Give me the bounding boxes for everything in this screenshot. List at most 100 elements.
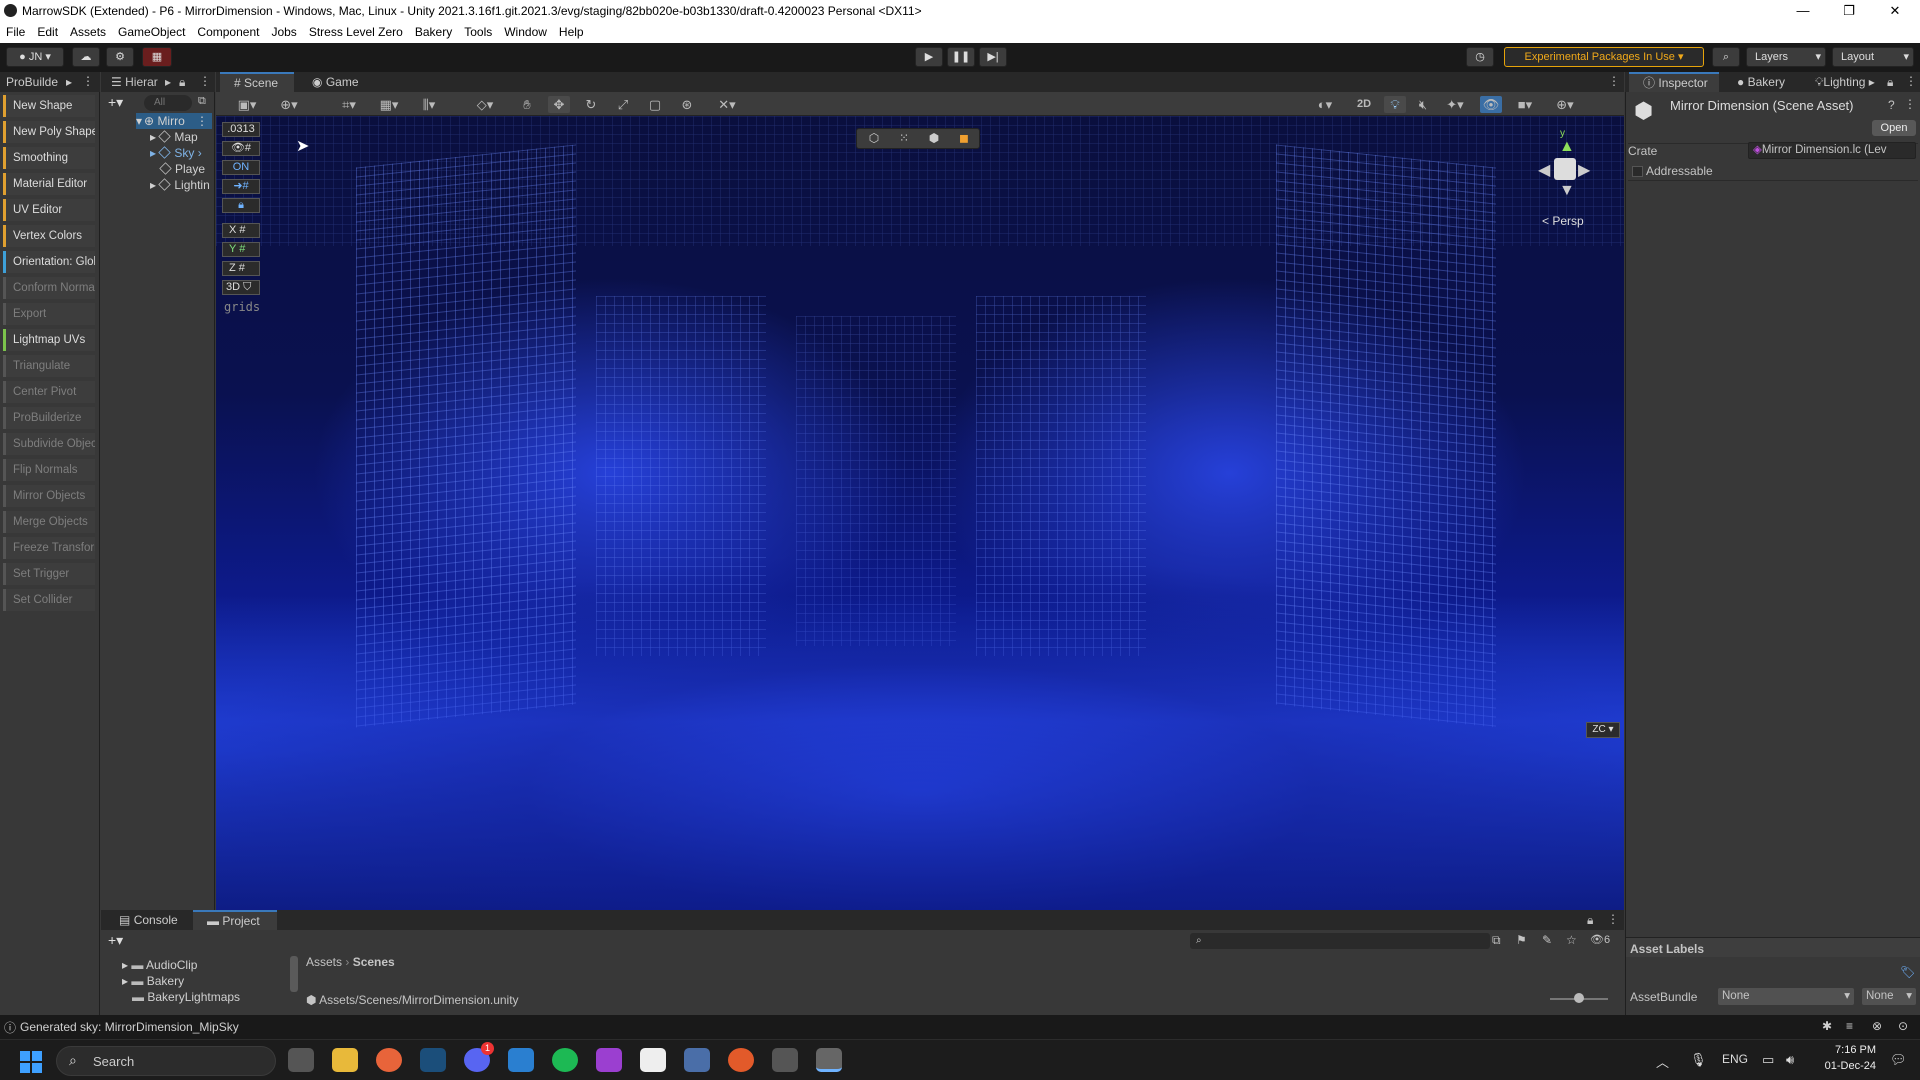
pb-new-shape[interactable]: New Shape	[3, 95, 95, 117]
taskbar-time[interactable]: 7:16 PM	[1824, 1044, 1876, 1056]
pb-mirror-objects[interactable]: Mirror Objects	[3, 485, 95, 507]
menu-jobs[interactable]: Jobs	[265, 22, 302, 43]
crate-field[interactable]: ◈Mirror Dimension.lc (Lev	[1748, 142, 1916, 159]
tab-game[interactable]: ◉ Game	[298, 72, 368, 92]
panel-menu-icon[interactable]: ⋮	[199, 74, 211, 88]
zoom-corner-button[interactable]: ZC ▾	[1586, 722, 1620, 738]
folder-audioclip[interactable]: ▸ ▬ AudioClip	[122, 958, 197, 972]
expand-icon[interactable]: ▸	[150, 130, 156, 144]
menu-help[interactable]: Help	[553, 22, 590, 43]
grid-snap-icon[interactable]: ⌗▾	[332, 96, 366, 113]
volume-icon[interactable]: 🔊︎	[1786, 1052, 1794, 1068]
stack-icon[interactable]: ≡	[1846, 1019, 1853, 1033]
grid-on-toggle[interactable]: ON	[222, 160, 260, 175]
expand-icon[interactable]: ▾	[136, 114, 142, 128]
pb-subdivide-object[interactable]: Subdivide Object	[3, 433, 95, 455]
panel-menu-icon[interactable]: ⋮	[1608, 74, 1620, 88]
network-icon[interactable]: ▭	[1762, 1052, 1774, 1068]
blender-icon[interactable]	[728, 1048, 754, 1072]
tab-bakery[interactable]: ● Bakery	[1723, 72, 1797, 92]
search-filter-icon[interactable]: ⧉	[198, 95, 206, 108]
expand-icon[interactable]: ▸	[122, 974, 128, 988]
spotify-icon[interactable]	[552, 1048, 578, 1072]
task-view-icon[interactable]	[288, 1048, 314, 1072]
gizmo-y-arrow-icon[interactable]: ▲	[1559, 138, 1575, 156]
snap-arrow-icon[interactable]: ➜#	[222, 179, 260, 194]
unity-hub-icon[interactable]	[772, 1048, 798, 1072]
camera-icon[interactable]: ■▾	[1508, 96, 1542, 113]
tab-scene[interactable]: # Scene	[220, 72, 294, 92]
star-icon[interactable]: ☆	[1566, 933, 1577, 947]
maximize-button[interactable]: ❐	[1826, 0, 1872, 22]
taskbar-date[interactable]: 01-Dec-24	[1818, 1060, 1876, 1072]
gizmo-right-arrow-icon[interactable]: ▶	[1578, 160, 1590, 180]
addressable-checkbox[interactable]	[1632, 166, 1643, 177]
pb-lightmap-uvs[interactable]: Lightmap UVs	[3, 329, 95, 351]
firefox-icon[interactable]	[376, 1048, 402, 1072]
menu-gameobject[interactable]: GameObject	[112, 22, 191, 43]
microphone-icon[interactable]: 🎙︎	[1690, 1052, 1707, 1068]
layout-dropdown[interactable]: Layout ▾	[1832, 47, 1914, 67]
assetbundle-dropdown[interactable]: None ▾	[1718, 988, 1854, 1005]
close-button[interactable]: ✕	[1872, 0, 1918, 22]
pivot-icon[interactable]: ◇▾	[468, 96, 502, 113]
lock-icon[interactable]: 🔒︎	[1887, 75, 1893, 90]
row-menu-icon[interactable]: ⋮	[196, 113, 212, 129]
unity-editor-icon[interactable]	[816, 1048, 842, 1072]
breadcrumb-leaf[interactable]: Scenes	[353, 955, 395, 969]
hierarchy-item-sky[interactable]: ▸ Sky ›	[150, 146, 202, 160]
panel-menu-icon[interactable]: ⋮	[1607, 912, 1619, 926]
gizmo-down-arrow-icon[interactable]: ▼	[1559, 182, 1575, 200]
add-icon[interactable]: +▾	[108, 94, 123, 111]
menu-file[interactable]: File	[0, 22, 31, 43]
move-tool-icon[interactable]: ✥	[548, 96, 570, 113]
probuilder-tab[interactable]: ProBuilde ▸ ⋮	[0, 72, 100, 92]
label-tag-icon[interactable]: 🏷︎	[1900, 965, 1915, 979]
7zip-icon[interactable]	[640, 1048, 666, 1072]
grid-lock-icon[interactable]: 🔒︎	[222, 198, 260, 213]
x-axis-toggle[interactable]: X #	[222, 223, 260, 238]
step-button[interactable]: ▶|	[979, 47, 1007, 67]
zoom-slider-handle[interactable]	[1574, 993, 1584, 1003]
folder-bakerylightmaps[interactable]: ▬ BakeryLightmaps	[132, 990, 240, 1004]
pb-orientation[interactable]: Orientation: Glob	[3, 251, 95, 273]
pb-probuilderize[interactable]: ProBuilderize	[3, 407, 95, 429]
project-search-input[interactable]: ⌕	[1190, 933, 1490, 949]
hierarchy-item-player[interactable]: Playe	[159, 162, 205, 176]
toggle-2d-button[interactable]: 2D	[1352, 96, 1376, 113]
tab-arrow-icon[interactable]: ▸	[66, 75, 72, 89]
effects-icon[interactable]: ✦▾	[1438, 96, 1472, 113]
experimental-packages-button[interactable]: Experimental Packages In Use ▾	[1504, 47, 1704, 67]
paint-icon[interactable]	[684, 1048, 710, 1072]
steam-icon[interactable]	[420, 1048, 446, 1072]
inspector-menu-icon[interactable]: ⋮	[1904, 97, 1916, 111]
tab-inspector[interactable]: ⓘ Inspector	[1629, 72, 1719, 92]
hidden-objects-icon[interactable]: 👁︎	[1480, 96, 1502, 113]
menu-window[interactable]: Window	[498, 22, 553, 43]
scene-viewport[interactable]: .0313 👁︎# ON ➜# 🔒︎ X # Y # Z # 3D ⛉ grid…	[216, 116, 1624, 910]
menu-component[interactable]: Component	[191, 22, 265, 43]
filter-label-icon[interactable]: ⚑	[1516, 933, 1527, 947]
rect-tool-icon[interactable]: ▢	[644, 96, 666, 113]
pb-merge-objects[interactable]: Merge Objects	[3, 511, 95, 533]
face-select-icon[interactable]: ◼	[951, 131, 977, 145]
breadcrumb-root[interactable]: Assets	[306, 955, 342, 969]
file-explorer-icon[interactable]	[332, 1048, 358, 1072]
pb-triangulate[interactable]: Triangulate	[3, 355, 95, 377]
tab-project[interactable]: ▬ Project	[193, 910, 277, 930]
grid-3d-toggle[interactable]: 3D ⛉	[222, 280, 260, 295]
tab-console[interactable]: ▤ Console	[105, 910, 189, 930]
global-icon[interactable]: ⊕▾	[272, 96, 306, 113]
folder-scrollbar[interactable]	[290, 956, 298, 992]
filter-type-icon[interactable]: ⧉	[1492, 933, 1501, 948]
pause-button[interactable]: ❚❚	[947, 47, 975, 67]
z-axis-toggle[interactable]: Z #	[222, 261, 260, 276]
hierarchy-search-input[interactable]: All	[144, 95, 192, 111]
hierarchy-tab[interactable]: ☰ Hierar ▸ 🔒︎ ⋮	[101, 72, 215, 92]
tab-arrow-icon[interactable]: ▸	[165, 75, 171, 89]
gizmos-icon[interactable]: ⊕▾	[1548, 96, 1582, 113]
pb-conform-normals[interactable]: Conform Normal	[3, 277, 95, 299]
menu-edit[interactable]: Edit	[31, 22, 64, 43]
shading-icon[interactable]: ◐▾	[1308, 96, 1342, 113]
vscode-icon[interactable]	[508, 1048, 534, 1072]
